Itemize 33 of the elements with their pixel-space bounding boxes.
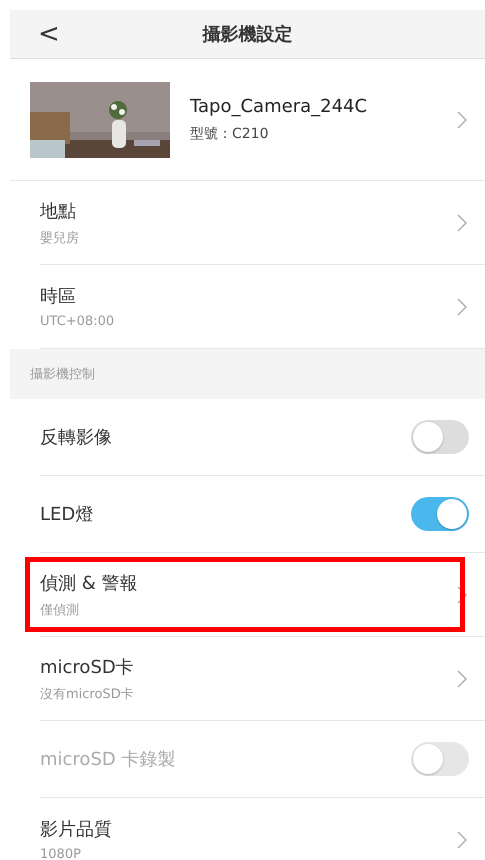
setting-value: UTC+08:00 xyxy=(40,314,116,329)
setting-value: 1080P xyxy=(40,847,82,860)
settings-row[interactable]: microSD卡 沒有microSD卡 xyxy=(40,637,485,721)
setting-label: 反轉影像 xyxy=(40,426,113,449)
settings-row[interactable]: LED燈 xyxy=(40,476,485,553)
setting-value: 嬰兒房 xyxy=(40,230,80,246)
camera-model: 型號：C210 xyxy=(190,125,270,143)
setting-label: 影片品質 xyxy=(40,818,113,841)
toggle-switch[interactable] xyxy=(411,497,469,531)
back-button[interactable]: < xyxy=(38,21,60,47)
settings-row[interactable]: 偵測 & 警報 僅偵測 xyxy=(40,553,485,637)
settings-row[interactable]: 反轉影像 xyxy=(40,399,485,476)
chevron-icon xyxy=(457,110,467,128)
setting-label: 時區 xyxy=(40,285,77,308)
camera-name: Tapo_Camera_244C xyxy=(190,96,368,117)
setting-label: 偵測 & 警報 xyxy=(40,572,138,594)
setting-value: 沒有microSD卡 xyxy=(40,686,135,702)
chevron-icon xyxy=(457,670,467,688)
chevron-icon xyxy=(457,214,467,232)
camera-row[interactable]: Tapo_Camera_244C 型號：C210 xyxy=(10,59,485,181)
section-title: 攝影機控制 xyxy=(30,366,95,383)
toggle-switch[interactable] xyxy=(411,420,469,454)
page-title: 攝影機設定 xyxy=(202,23,292,46)
settings-row[interactable]: 地點 嬰兒房 xyxy=(40,181,485,265)
setting-label: LED燈 xyxy=(40,503,94,526)
settings-row[interactable]: 影片品質 1080P xyxy=(40,798,485,860)
chevron-icon xyxy=(457,298,467,316)
setting-label: microSD卡 xyxy=(40,656,135,678)
setting-label: 地點 xyxy=(40,200,77,222)
setting-value: 僅偵測 xyxy=(40,602,80,618)
setting-label: microSD 卡錄製 xyxy=(40,748,176,771)
chevron-icon xyxy=(457,586,467,604)
chevron-icon xyxy=(457,830,467,848)
